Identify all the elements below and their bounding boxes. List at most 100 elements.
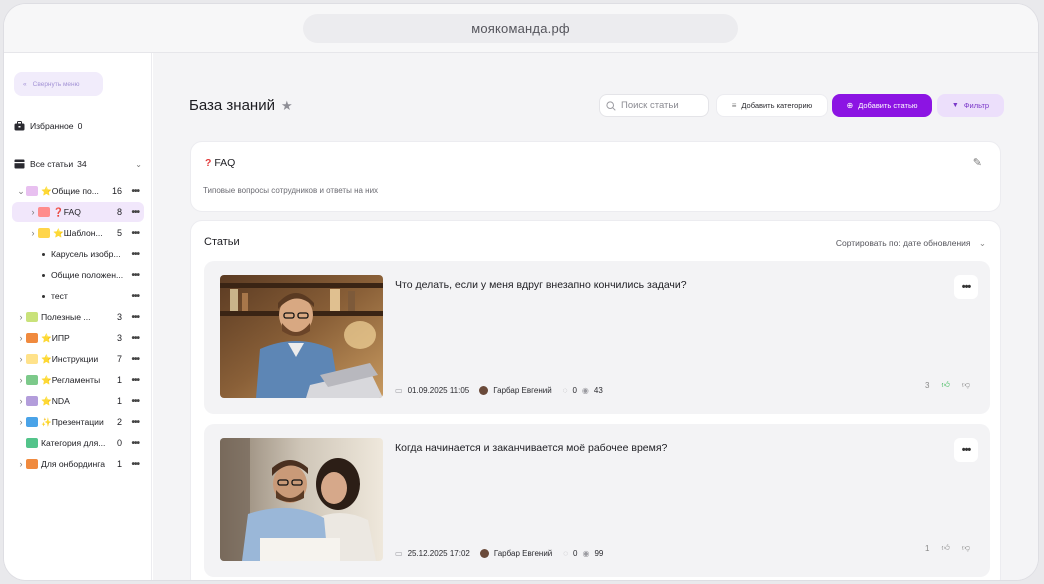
chevron-right-icon[interactable]: › <box>16 396 26 406</box>
sidebar-favorites[interactable]: Избранное 0 <box>14 116 146 136</box>
category-icon <box>26 333 38 343</box>
more-options-button[interactable]: ••• <box>954 438 978 462</box>
chevron-down-icon[interactable]: ⌄ <box>135 160 142 169</box>
sidebar-category-label: Общие положен... <box>51 270 124 280</box>
article-votes: 3 👍︎ 👎︎ <box>925 380 970 390</box>
sidebar-category-count: 2 <box>116 417 122 427</box>
url-bar[interactable]: моякоманда.рф <box>303 14 738 43</box>
calendar-icon: ▭ <box>395 549 403 558</box>
search-placeholder: Поиск статьи <box>621 100 679 111</box>
sidebar-category-count: 3 <box>116 333 122 343</box>
article-date: 01.09.2025 11:05 <box>407 386 470 395</box>
thumbs-down-icon[interactable]: 👎︎ <box>962 543 970 553</box>
more-options-icon[interactable]: ••• <box>131 270 139 281</box>
sort-label: Сортировать по: дате обновления <box>835 238 971 248</box>
more-options-icon[interactable]: ••• <box>131 354 139 365</box>
article-title[interactable]: Когда начинается и заканчивается моё раб… <box>395 442 667 454</box>
more-options-icon[interactable]: ••• <box>131 186 139 197</box>
sidebar-category-item[interactable]: › ⭐Регламенты 1 ••• <box>12 370 144 390</box>
sidebar-category-count: 0 <box>116 438 122 448</box>
sidebar-category-item[interactable]: › ⭐Инструкции 7 ••• <box>12 349 144 369</box>
more-options-icon[interactable]: ••• <box>131 333 139 344</box>
chevron-right-icon[interactable]: › <box>28 228 38 238</box>
more-options-icon[interactable]: ••• <box>131 396 139 407</box>
article-date: 25.12.2025 17:02 <box>407 549 470 558</box>
category-icon <box>26 186 38 196</box>
more-options-button[interactable]: ••• <box>954 275 978 299</box>
sidebar-category-item[interactable]: Категория для... 0 ••• <box>12 433 144 453</box>
chevron-right-icon[interactable]: › <box>16 312 26 322</box>
more-options-icon[interactable]: ••• <box>131 417 139 428</box>
sidebar-category-label: Полезные ... <box>41 312 91 322</box>
sidebar-category-item[interactable]: › ✨Презентации 2 ••• <box>12 412 144 432</box>
sidebar-category-item[interactable]: › ❓FAQ 8 ••• <box>12 202 144 222</box>
more-options-icon[interactable]: ••• <box>131 459 139 470</box>
category-icon <box>26 312 38 322</box>
more-options-icon[interactable]: ••• <box>131 438 139 449</box>
sidebar-category-count: 8 <box>116 207 122 217</box>
sidebar-category-item[interactable]: › ⭐Шаблон... 5 ••• <box>12 223 144 243</box>
thumbs-up-icon[interactable]: 👍︎ <box>942 543 950 553</box>
colleagues-working-image <box>220 438 383 561</box>
bullet-icon <box>42 294 45 298</box>
thumbs-up-icon[interactable]: 👍︎ <box>942 380 950 390</box>
article-title[interactable]: Что делать, если у меня вдруг внезапно к… <box>395 279 687 291</box>
category-icon <box>38 207 50 217</box>
add-category-button[interactable]: ≡ Добавить категорию <box>716 94 828 117</box>
add-article-label: Добавить статью <box>858 101 918 110</box>
sidebar-category-label: Категория для... <box>41 438 106 448</box>
thumbs-down-icon[interactable]: 👎︎ <box>962 380 970 390</box>
search-input[interactable]: Поиск статьи <box>599 94 709 117</box>
chevron-right-icon[interactable]: › <box>16 375 26 385</box>
sidebar-category-item[interactable]: › Полезные ... 3 ••• <box>12 307 144 327</box>
chevron-right-icon[interactable]: › <box>16 459 26 469</box>
sidebar-all-articles[interactable]: Все статьи 34 ⌄ <box>14 154 146 174</box>
category-icon <box>26 354 38 364</box>
more-options-icon[interactable]: ••• <box>131 375 139 386</box>
eye-icon: ◉ <box>581 386 589 395</box>
sidebar-category-label: Для онбординга <box>41 459 105 469</box>
article-card[interactable]: Когда начинается и заканчивается моё раб… <box>204 424 990 577</box>
sidebar-category-item[interactable]: › ⭐NDA 1 ••• <box>12 391 144 411</box>
filter-button[interactable]: ▼ Фильтр <box>937 94 1004 117</box>
sidebar-category-count: 7 <box>116 354 122 364</box>
more-options-icon[interactable]: ••• <box>131 291 139 302</box>
collapse-menu-button[interactable]: « Свернуть меню <box>14 72 103 96</box>
category-description: Типовые вопросы сотрудников и ответы на … <box>203 186 379 195</box>
eye-icon: ◉ <box>582 549 590 558</box>
like-count: 1 <box>925 543 930 553</box>
more-options-icon[interactable]: ••• <box>131 207 139 218</box>
sidebar-category-item[interactable]: › Для онбординга 1 ••• <box>12 454 144 474</box>
category-icon <box>26 459 38 469</box>
article-author: Гарбар Евгений <box>493 386 552 395</box>
sidebar-category-item[interactable]: ⌄ ⭐Общие по... 16 ••• <box>12 181 144 201</box>
sidebar-category-item[interactable]: › ⭐ИПР 3 ••• <box>12 328 144 348</box>
sidebar-category-item[interactable]: тест ••• <box>12 286 144 306</box>
more-options-icon[interactable]: ••• <box>131 249 139 260</box>
star-icon[interactable]: ★ <box>281 98 293 114</box>
app-window: моякоманда.рф « Свернуть меню Избранное … <box>4 4 1038 580</box>
more-options-icon[interactable]: ••• <box>131 228 139 239</box>
chevron-right-icon[interactable]: › <box>16 354 26 364</box>
all-articles-icon <box>14 159 25 169</box>
chevron-right-icon[interactable]: › <box>16 417 26 427</box>
view-count: 99 <box>594 549 604 558</box>
sidebar-category-count: 16 <box>111 186 122 196</box>
sidebar-category-label: ⭐Инструкции <box>41 353 99 364</box>
article-card[interactable]: Что делать, если у меня вдруг внезапно к… <box>204 261 990 414</box>
sidebar-category-label: ⭐Регламенты <box>41 374 101 385</box>
chevron-down-icon[interactable]: ⌄ <box>16 186 26 197</box>
article-meta: ▭ 01.09.2025 11:05 Гарбар Евгений ◌ 0 ◉ … <box>395 386 603 395</box>
sidebar-category-item[interactable]: Общие положен... ••• <box>12 265 144 285</box>
category-icon <box>38 228 50 238</box>
add-article-button[interactable]: ⊕ Добавить статью <box>832 94 932 117</box>
chevron-right-icon[interactable]: › <box>28 207 38 217</box>
plus-circle-icon: ⊕ <box>846 101 854 110</box>
search-icon <box>606 100 616 111</box>
sidebar-category-item[interactable]: Карусель изобр... ••• <box>12 244 144 264</box>
more-options-icon[interactable]: ••• <box>131 312 139 323</box>
edit-icon[interactable]: ✎ <box>973 156 982 169</box>
chevron-right-icon[interactable]: › <box>16 333 26 343</box>
comment-icon: ◌ <box>562 386 568 395</box>
sort-dropdown[interactable]: Сортировать по: дате обновления ⌄ <box>836 238 986 249</box>
